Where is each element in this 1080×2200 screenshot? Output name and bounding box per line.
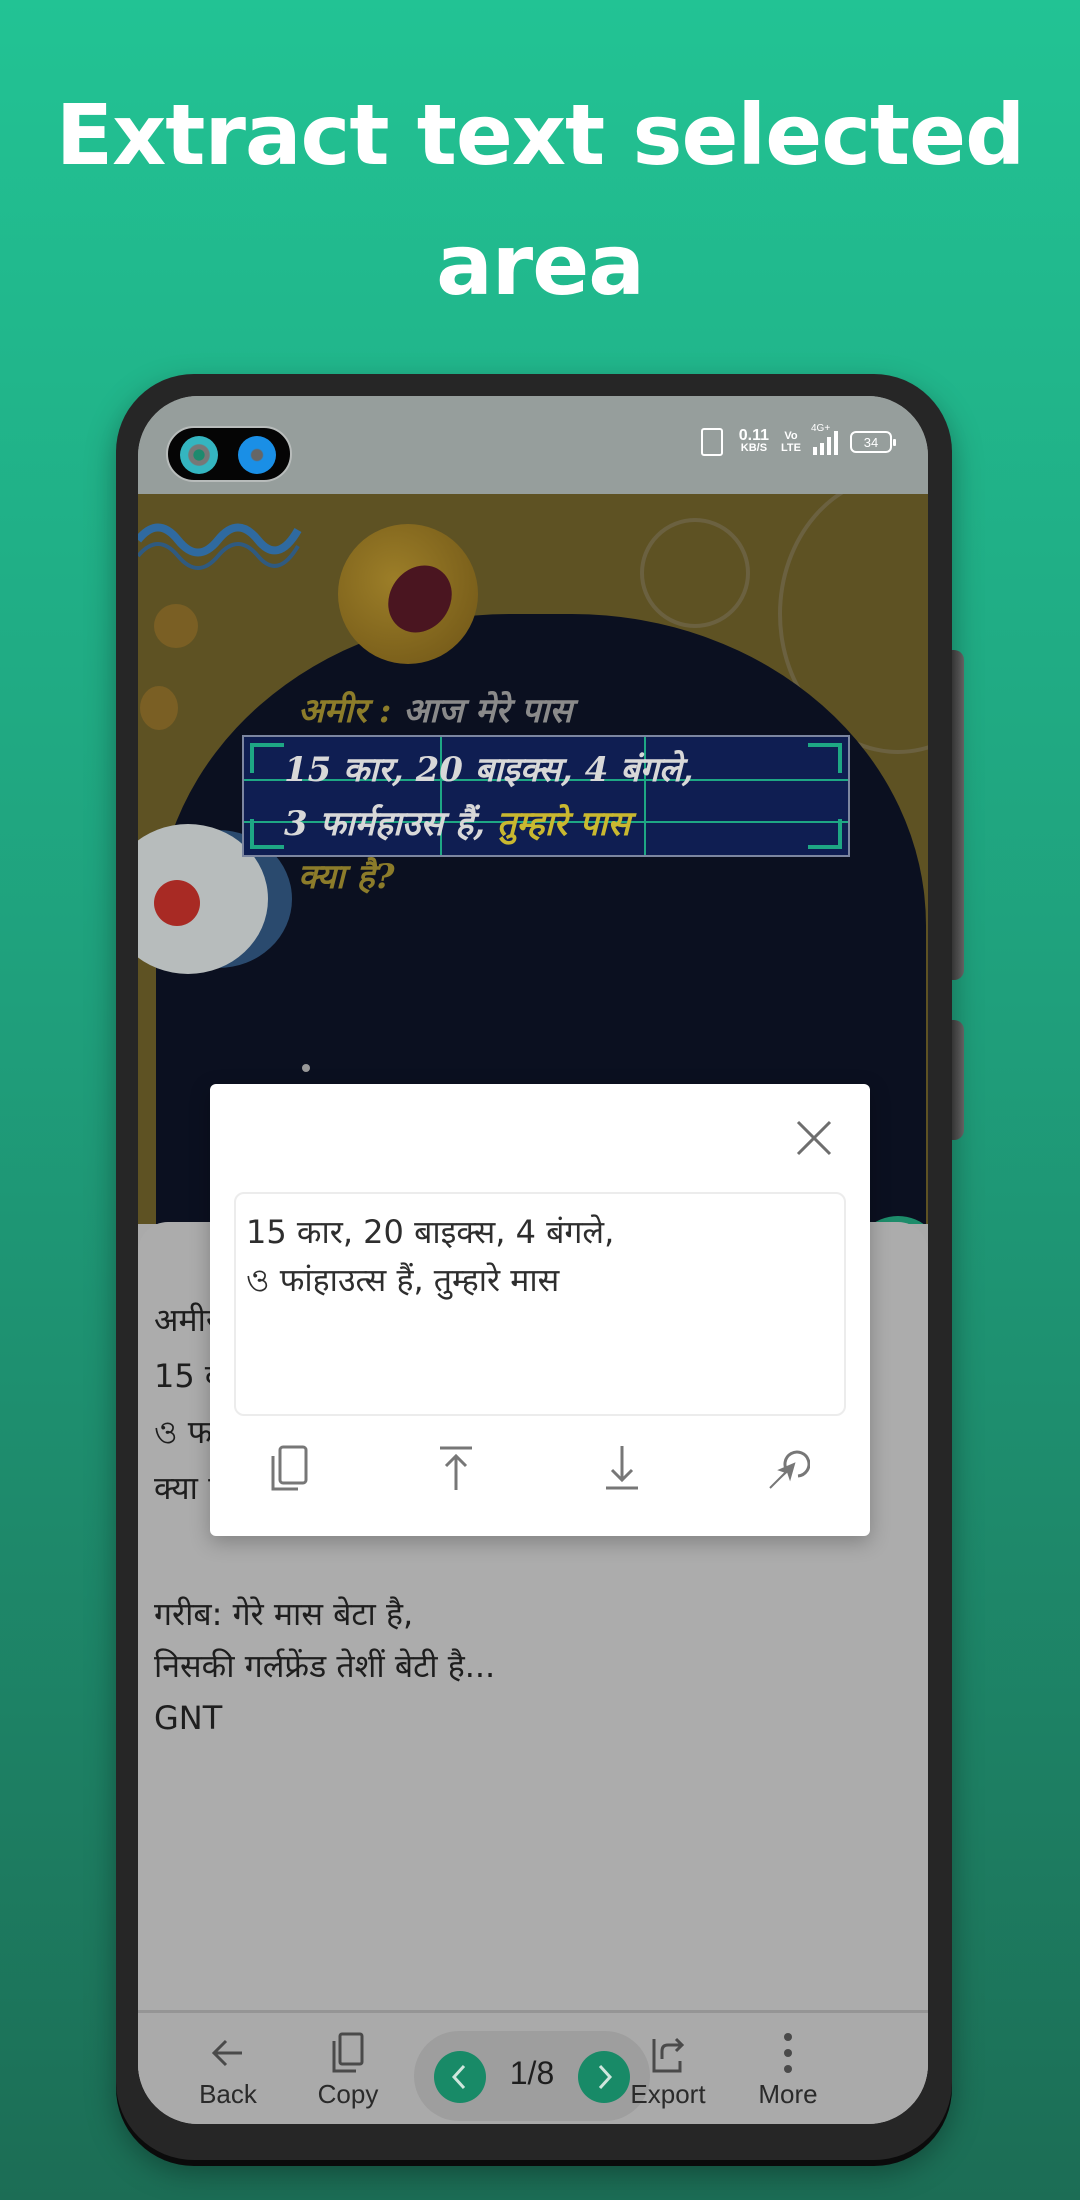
net-speed-value: 0.11 [738,427,770,444]
headline-line2: area [436,216,645,314]
back-label: Back [199,2079,257,2109]
dialog-copy-button[interactable] [260,1438,320,1498]
meme-line-4: क्या है? [298,857,395,897]
camera-lens [238,436,276,474]
volte-top: Vo [784,430,798,442]
vibrate-icon [700,428,723,456]
copy-icon [271,1445,308,1491]
selected-text-line-2: 3 फार्महाउस हैं, तुम्हारे पास [284,799,630,845]
selected-text-line-1: 15 कार, 20 बाइक्स, 4 बंगले, [284,750,694,790]
more-label: More [758,2079,818,2109]
clown-nose [154,880,200,926]
decorative-dot [302,1064,310,1072]
meme-speaker: अमीर : [298,691,392,731]
selected-text-plain: 3 फार्महाउस हैं, [284,804,486,844]
close-icon [796,1120,832,1156]
chevron-right-icon [598,2064,613,2090]
arrow-left-icon [211,2039,242,2067]
volte-icon: Vo LTE [781,430,801,454]
tap-pointer-icon [769,1450,810,1489]
dialog-actions [210,1430,870,1510]
meme-line-1: अमीर : आज मेरे पास [298,686,572,732]
status-icons: 0.11 KB/S Vo LTE 4G+ 34 [697,422,896,462]
bottom-toolbar: Back Copy 1/8 Export More [138,2010,928,2124]
rofl-emoji-icon [338,524,478,664]
copy-label: Copy [317,2079,379,2109]
more-vertical-icon [784,2033,792,2073]
net-speed: 0.11 KB/S [738,427,770,455]
selection-handle-bottom-right[interactable] [808,819,842,849]
more-button[interactable]: More [738,2031,838,2110]
selection-handle-bottom-left[interactable] [250,819,284,849]
promo-headline: Extract text selected area [0,70,1080,330]
text-selection-box[interactable]: 15 कार, 20 बाइक्स, 4 बंगले, 3 फार्महाउस … [242,735,850,857]
camera-lens [180,436,218,474]
export-button[interactable]: Export [618,2031,718,2110]
dialog-upload-button[interactable] [426,1438,486,1498]
laughing-emoji-icon [154,604,198,648]
battery-level: 34 [863,434,879,450]
net-speed-unit: KB/S [740,442,768,454]
dialog-open-button[interactable] [758,1438,818,1498]
dialog-close-button[interactable] [794,1118,834,1158]
recognized-text-paragraph-2[interactable]: गरीब: गेरे मास बेटा है, निसकी गर्लफ्रेंड… [154,1588,495,1744]
phone-power-button [950,1020,964,1140]
page-navigator: 1/8 [414,2031,650,2121]
headline-line1: Extract text selected [55,86,1026,184]
selection-handle-top-right[interactable] [808,743,842,773]
dialog-download-button[interactable] [592,1438,652,1498]
export-label: Export [630,2079,706,2109]
laughing-face-outline-icon [640,518,750,628]
extracted-text-dialog: 15 कार, 20 बाइक्स, 4 बंगले, ও फांहाउत्स … [210,1084,870,1536]
camera-cutout [166,426,292,482]
status-bar: 0.11 KB/S Vo LTE 4G+ 34 [138,396,928,494]
extracted-text-field[interactable]: 15 कार, 20 बाइक्स, 4 बंगले, ও फांहाउत्स … [234,1192,846,1416]
back-button[interactable]: Back [178,2031,278,2110]
volte-bottom: LTE [781,442,801,454]
selection-handle-top-left[interactable] [250,743,284,773]
network-type: 4G+ [811,423,831,434]
meme-line1-rest: आज मेरे पास [403,691,573,731]
copy-icon [332,2032,364,2073]
phone-volume-button [950,650,964,980]
download-icon [606,1446,638,1490]
selected-text-highlight: तुम्हारे पास [496,804,631,844]
signal-icon: 4G+ [811,423,838,455]
wave-decoration-icon [138,523,302,570]
upload-icon [440,1446,472,1490]
tongue-emoji-icon [140,686,178,730]
copy-button[interactable]: Copy [298,2031,398,2110]
export-icon [652,2037,685,2073]
battery-icon: 34 [850,431,896,453]
